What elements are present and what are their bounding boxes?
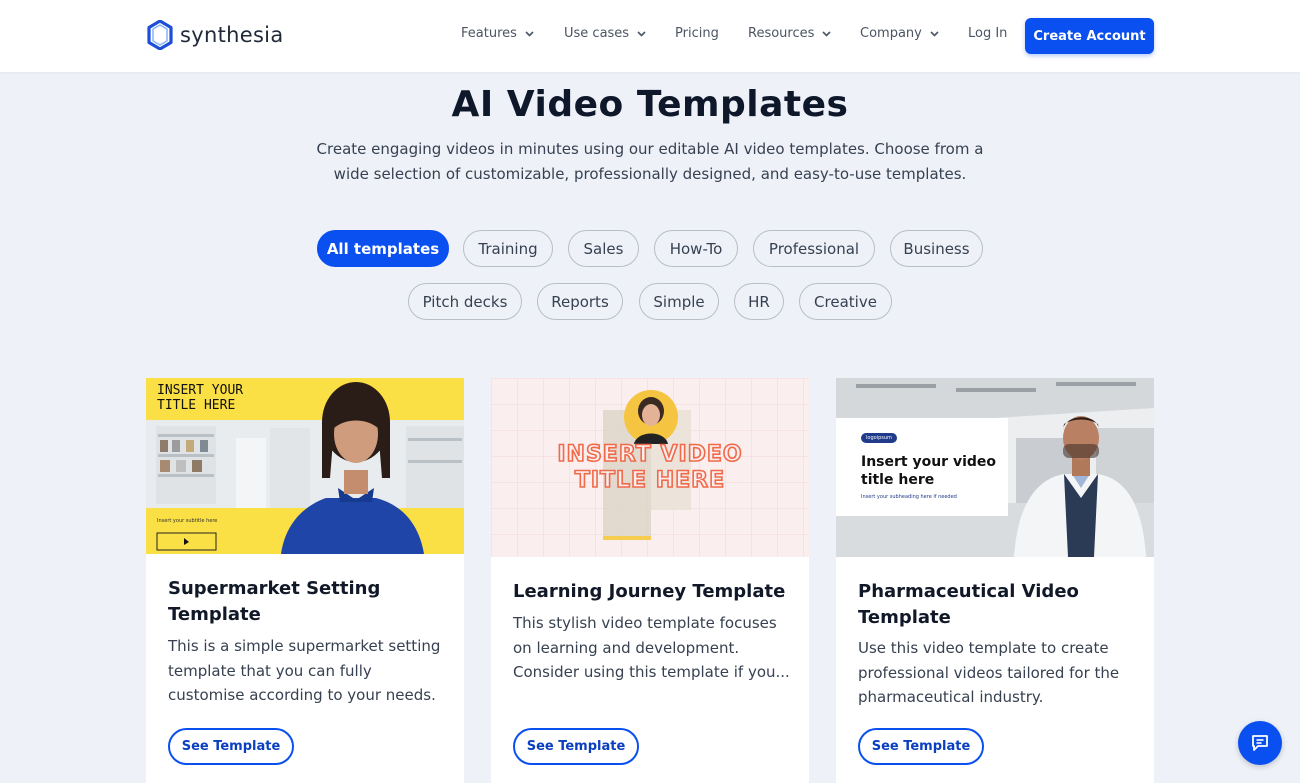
subtitle-line-2: wide selection of customizable, professi… — [333, 165, 967, 183]
synthesia-logo[interactable]: synthesia — [146, 20, 284, 50]
card-description: This stylish video template focuses on l… — [513, 611, 798, 685]
filter-creative[interactable]: Creative — [799, 283, 892, 320]
see-template-button[interactable]: See Template — [168, 728, 294, 765]
site-header: synthesia Features Use cases Pricing Res… — [0, 0, 1300, 72]
chevron-down-icon — [930, 30, 939, 37]
thumbnail-heading-line-2: TITLE HERE — [157, 398, 236, 413]
thumbnail-heading-line-1: INSERT YOUR — [157, 383, 244, 398]
chevron-down-icon — [637, 30, 646, 37]
card-desc-line-2: professional videos tailored for the — [858, 663, 1120, 682]
nav-company[interactable]: Company — [860, 26, 939, 41]
card-title-line-2: Template — [858, 607, 951, 628]
chevron-down-icon — [822, 30, 831, 37]
template-card-supermarket[interactable]: INSERT YOUR TITLE HERE Insert your subti… — [146, 378, 464, 783]
chevron-down-icon — [525, 30, 534, 37]
card-desc-line-1: This stylish video template focuses — [513, 614, 777, 632]
card-description: This is a simple supermarket setting tem… — [168, 634, 453, 708]
page-title: AI Video Templates — [451, 84, 849, 125]
filter-professional[interactable]: Professional — [753, 230, 875, 267]
create-account-button[interactable]: Create Account — [1025, 18, 1154, 54]
nav-use-cases-label: Use cases — [564, 26, 630, 41]
template-thumbnail[interactable]: INSERT VIDEO TITLE HERE — [491, 378, 809, 557]
thumbnail-heading-line-2: TITLE HERE — [574, 467, 726, 494]
thumbnail-heading-line-1: Insert your video — [861, 454, 997, 470]
card-title: Pharmaceutical Video Template — [858, 579, 1148, 631]
filter-sales[interactable]: Sales — [568, 230, 639, 267]
nav-pricing-label: Pricing — [675, 26, 719, 41]
nav-use-cases[interactable]: Use cases — [564, 26, 646, 41]
card-desc-line-3: pharmaceutical industry. — [858, 688, 1044, 706]
card-desc-line-3: customise according to your needs. — [168, 686, 436, 704]
subtitle-line-1: Create engaging videos in minutes using … — [316, 140, 984, 158]
nav-resources-label: Resources — [748, 26, 815, 41]
nav-features-label: Features — [461, 26, 517, 41]
filter-simple[interactable]: Simple — [639, 283, 719, 320]
card-title-line-1: Pharmaceutical Video — [858, 581, 1079, 602]
filter-business[interactable]: Business — [890, 230, 983, 267]
chat-bubble-icon — [1252, 735, 1268, 751]
filter-hr[interactable]: HR — [734, 283, 784, 320]
filter-all-templates[interactable]: All templates — [317, 230, 449, 267]
thumbnail-badge: logoipsum — [861, 433, 897, 443]
thumbnail-heading: INSERT YOUR TITLE HERE — [157, 383, 243, 413]
template-card-learning-journey[interactable]: INSERT VIDEO TITLE HERE Learning Journey… — [491, 378, 809, 783]
page-subtitle: Create engaging videos in minutes using … — [310, 137, 990, 187]
logo-wordmark: synthesia — [180, 23, 284, 47]
filter-how-to[interactable]: How-To — [654, 230, 738, 267]
card-desc-line-3: Consider using this template if you... — [513, 663, 790, 681]
thumbnail-subheading: Insert your subheading here if needed — [861, 494, 957, 500]
nav-login[interactable]: Log In — [968, 26, 1007, 41]
card-description: Use this video template to create profes… — [858, 636, 1143, 710]
thumbnail-heading: INSERT VIDEO TITLE HERE — [491, 441, 809, 494]
see-template-button[interactable]: See Template — [513, 728, 639, 765]
filter-training[interactable]: Training — [463, 230, 553, 267]
nav-pricing[interactable]: Pricing — [675, 26, 719, 41]
card-desc-line-2: template that you can fully — [168, 661, 372, 680]
card-desc-line-1: This is a simple supermarket setting — [168, 637, 441, 655]
card-desc-line-1: Use this video template to create — [858, 639, 1109, 657]
nav-resources[interactable]: Resources — [748, 26, 831, 41]
template-thumbnail[interactable]: logoipsum Insert your video title here I… — [836, 378, 1154, 557]
filter-pitch-decks[interactable]: Pitch decks — [408, 283, 522, 320]
card-desc-line-2: on learning and development. — [513, 638, 740, 657]
see-template-button[interactable]: See Template — [858, 728, 984, 765]
card-title: Supermarket Setting Template — [168, 576, 458, 628]
card-title-line-1: Supermarket Setting — [168, 578, 381, 599]
thumbnail-subtitle: Insert your subtitle here — [157, 518, 218, 524]
filter-reports[interactable]: Reports — [537, 283, 623, 320]
thumbnail-heading-line-1: INSERT VIDEO — [557, 441, 743, 468]
template-thumbnail[interactable]: INSERT YOUR TITLE HERE Insert your subti… — [146, 378, 464, 554]
card-title-line-2: Template — [168, 604, 261, 625]
synthesia-logo-icon — [147, 20, 173, 50]
nav-login-label: Log In — [968, 26, 1008, 41]
card-title-line-1: Learning Journey Template — [513, 581, 786, 602]
thumbnail-heading: Insert your video title here — [861, 453, 996, 489]
template-card-pharmaceutical[interactable]: logoipsum Insert your video title here I… — [836, 378, 1154, 783]
nav-company-label: Company — [860, 26, 922, 41]
nav-features[interactable]: Features — [461, 26, 534, 41]
chat-button[interactable] — [1238, 721, 1282, 765]
thumbnail-heading-line-2: title here — [861, 472, 935, 488]
card-title: Learning Journey Template — [513, 579, 803, 605]
